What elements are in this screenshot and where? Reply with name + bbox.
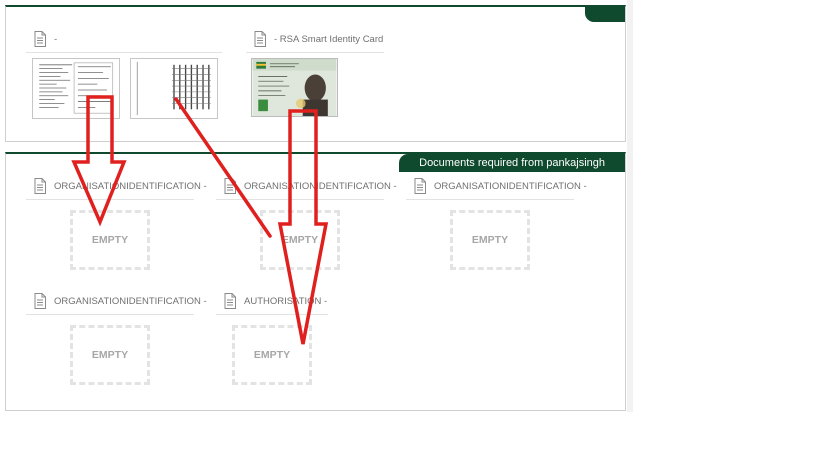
red-arrow-1: [71, 95, 127, 227]
annotation-arrows-overlay: [71, 95, 329, 345]
red-arrow-3: [277, 109, 329, 345]
red-arrow-2: [174, 97, 272, 238]
